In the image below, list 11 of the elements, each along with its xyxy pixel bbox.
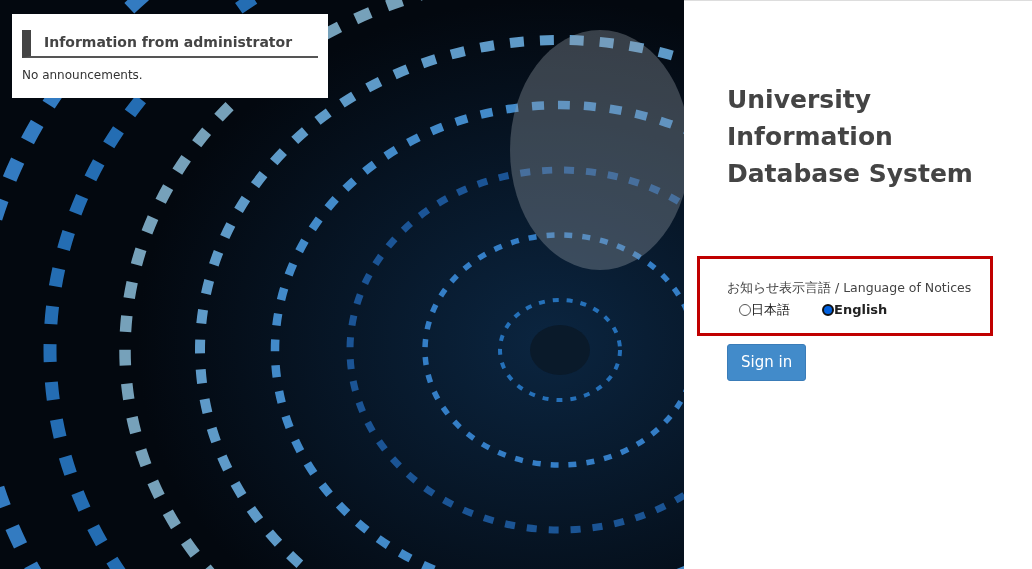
radio-button[interactable] <box>739 303 751 316</box>
announcement-text: No announcements. <box>22 67 144 84</box>
sign-in-button[interactable]: Sign in <box>727 344 807 381</box>
language-option[interactable]: English <box>822 299 888 320</box>
panel-title: Information from administrator <box>22 30 318 58</box>
app-title: Database System <box>727 158 974 190</box>
app-title: Information <box>727 121 894 153</box>
language-option[interactable]: 日本語 <box>739 299 790 320</box>
app-title: University <box>727 84 872 116</box>
radio-button[interactable] <box>822 303 834 316</box>
language-label: お知らせ表示言語 / Language of Notices <box>727 279 973 297</box>
